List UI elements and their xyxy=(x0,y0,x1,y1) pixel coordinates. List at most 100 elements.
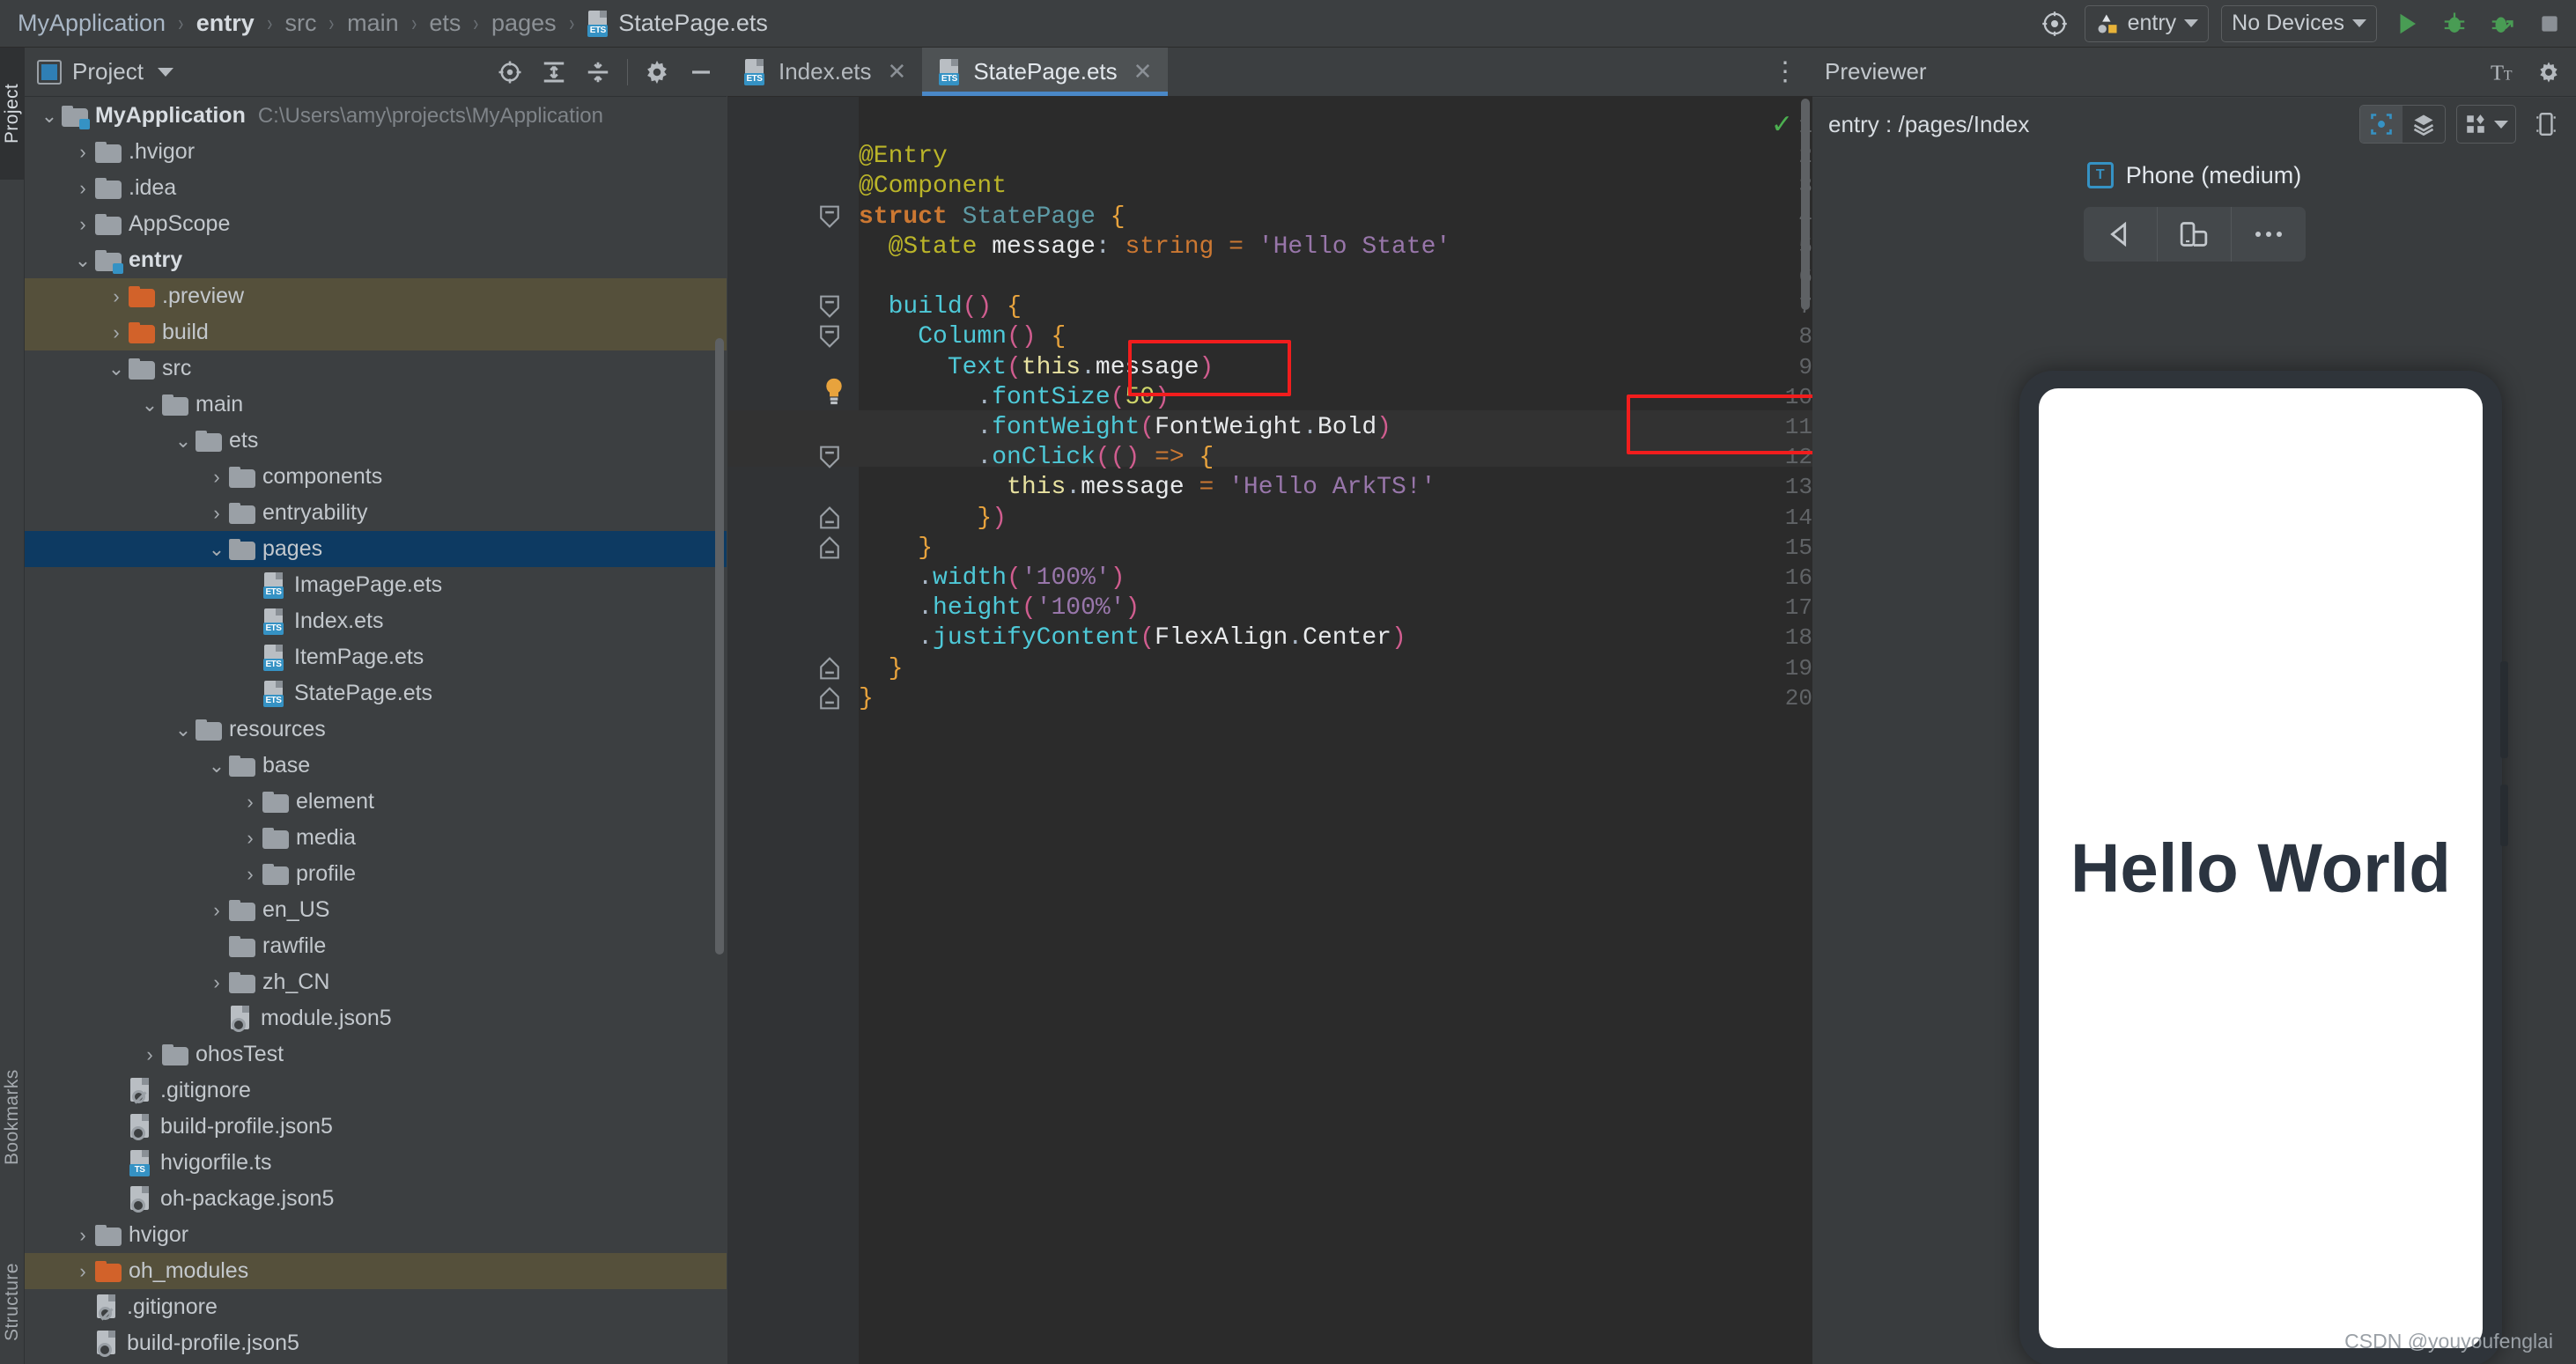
fold-open-icon[interactable] xyxy=(819,446,840,469)
close-icon[interactable]: ✕ xyxy=(888,58,907,85)
inspector-icon[interactable] xyxy=(2360,106,2403,143)
tree-item-resources[interactable]: ⌄ resources xyxy=(25,711,727,748)
locate-icon[interactable] xyxy=(495,57,525,87)
tree-item-media[interactable]: › media xyxy=(25,820,727,856)
tree-item-pages[interactable]: ⌄ pages xyxy=(25,531,727,567)
code-area[interactable]: 1234567891011121314151617181920 @Entry@C… xyxy=(727,97,1812,1364)
tree-item-ohostest[interactable]: › ohosTest xyxy=(25,1036,727,1073)
tree-item-rawfile[interactable]: rawfile xyxy=(25,928,727,964)
sidebar-tab-project[interactable]: Project xyxy=(0,48,25,180)
chevron-right-icon[interactable]: › xyxy=(107,285,125,308)
close-icon[interactable]: ✕ xyxy=(1133,58,1153,85)
chevron-right-icon[interactable]: › xyxy=(241,827,259,850)
sidebar-tab-bookmarks[interactable]: Bookmarks xyxy=(0,1034,25,1201)
tree-item-myapplication[interactable]: ⌄ MyApplication C:\Users\amy\projects\MyAp… xyxy=(25,98,727,134)
rotate-icon[interactable] xyxy=(2158,207,2232,262)
tree-item-oh-modules[interactable]: › oh_modules xyxy=(25,1253,727,1289)
tree-item-components[interactable]: › components xyxy=(25,459,727,495)
project-tree[interactable]: ⌄ MyApplication C:\Users\amy\projects\MyAp… xyxy=(25,98,727,1364)
chevron-right-icon[interactable]: › xyxy=(74,1224,92,1247)
chevron-right-icon[interactable]: › xyxy=(107,321,125,344)
fold-close-icon[interactable] xyxy=(819,656,840,680)
breadcrumb-item-3[interactable]: main xyxy=(342,10,404,37)
device-screen[interactable]: Hello World xyxy=(2039,388,2483,1348)
breadcrumb-item-5[interactable]: pages xyxy=(486,10,562,37)
tree-item-zh-cn[interactable]: › zh_CN xyxy=(25,964,727,1000)
crosshair-icon[interactable] xyxy=(2037,6,2072,41)
chevron-right-icon[interactable]: › xyxy=(74,177,92,200)
code-text[interactable]: @Entry @Component struct StatePage { @Stat… xyxy=(859,97,1812,1364)
chevron-right-icon[interactable]: › xyxy=(74,213,92,236)
expand-all-icon[interactable] xyxy=(539,57,569,87)
tree-item-ets[interactable]: ⌄ ets xyxy=(25,423,727,459)
previewer-device-label[interactable]: Phone (medium) xyxy=(2126,162,2302,189)
breadcrumb-file[interactable]: StatePage.ets xyxy=(611,10,768,37)
chevron-right-icon[interactable]: › xyxy=(208,971,225,994)
tree-item-profile[interactable]: › profile xyxy=(25,856,727,892)
breadcrumb-item-0[interactable]: MyApplication xyxy=(12,10,171,37)
fold-open-icon[interactable] xyxy=(819,325,840,349)
chevron-right-icon[interactable]: › xyxy=(208,502,225,525)
chevron-right-icon[interactable]: › xyxy=(208,899,225,922)
editor-tab-index[interactable]: ETS Index.ets ✕ xyxy=(727,48,922,96)
fold-close-icon[interactable] xyxy=(819,686,840,710)
fold-close-icon[interactable] xyxy=(819,535,840,559)
tree-item-en-us[interactable]: › en_US xyxy=(25,892,727,928)
tree-item-src[interactable]: ⌄ src xyxy=(25,350,727,387)
collapse-all-icon[interactable] xyxy=(583,57,613,87)
chevron-right-icon[interactable]: › xyxy=(141,1043,159,1066)
tree-item-oh-package-json5[interactable]: oh-package.json5 xyxy=(25,1181,727,1217)
tree-item-entryability[interactable]: › entryability xyxy=(25,495,727,531)
chevron-down-icon[interactable]: ⌄ xyxy=(41,105,58,128)
font-size-icon[interactable]: TT xyxy=(2490,57,2520,87)
tree-item-hvigorfile-ts[interactable]: TS hvigorfile.ts xyxy=(25,1145,727,1181)
back-icon[interactable] xyxy=(2084,207,2158,262)
tree-item--gitignore[interactable]: .gitignore xyxy=(25,1073,727,1109)
tree-item-index-ets[interactable]: ETS Index.ets xyxy=(25,603,727,639)
chevron-down-icon[interactable]: ⌄ xyxy=(208,755,225,778)
tree-item-entry[interactable]: ⌄ entry xyxy=(25,242,727,278)
chevron-down-icon[interactable]: ⌄ xyxy=(174,430,192,453)
breadcrumb-item-1[interactable]: entry xyxy=(191,10,260,37)
chevron-down-icon[interactable] xyxy=(157,67,173,77)
tree-item-main[interactable]: ⌄ main xyxy=(25,387,727,423)
tree-item-module-json5[interactable]: module.json5 xyxy=(25,1000,727,1036)
layers-icon[interactable] xyxy=(2403,106,2445,143)
device-preview-frame[interactable]: Hello World xyxy=(2019,371,2508,1364)
tree-item-imagepage-ets[interactable]: ETS ImagePage.ets xyxy=(25,567,727,603)
tree-item-appscope[interactable]: › AppScope xyxy=(25,206,727,242)
more-vertical-icon[interactable]: ⋮ xyxy=(1772,48,1812,96)
editor-tab-statepage[interactable]: ETS StatePage.ets ✕ xyxy=(922,48,1169,96)
settings-icon[interactable] xyxy=(2534,57,2564,87)
settings-icon[interactable] xyxy=(642,57,672,87)
tree-item--preview[interactable]: › .preview xyxy=(25,278,727,314)
inspection-ok-icon[interactable]: ✓ xyxy=(1771,109,1793,140)
tree-item--gitignore[interactable]: .gitignore xyxy=(25,1289,727,1325)
layout-selector[interactable] xyxy=(2456,105,2516,144)
tree-item-statepage-ets[interactable]: ETS StatePage.ets xyxy=(25,675,727,711)
stop-icon[interactable] xyxy=(2532,6,2567,41)
run-icon[interactable] xyxy=(2389,6,2425,41)
device-selector[interactable]: No Devices xyxy=(2221,4,2377,42)
tree-item--idea[interactable]: › .idea xyxy=(25,170,727,206)
chevron-right-icon[interactable]: › xyxy=(241,863,259,886)
run-configuration-selector[interactable]: entry xyxy=(2084,4,2210,42)
inspector-toggle-group[interactable] xyxy=(2359,105,2446,144)
tree-item-build-profile-json5[interactable]: build-profile.json5 xyxy=(25,1109,727,1145)
fold-close-icon[interactable] xyxy=(819,505,840,529)
breadcrumb-item-4[interactable]: ets xyxy=(424,10,466,37)
fold-open-icon[interactable] xyxy=(819,205,840,228)
tree-item-build[interactable]: › build xyxy=(25,314,727,350)
minimize-icon[interactable] xyxy=(686,57,716,87)
tree-item-element[interactable]: › element xyxy=(25,784,727,820)
chevron-down-icon[interactable]: ⌄ xyxy=(107,358,125,380)
chevron-down-icon[interactable]: ⌄ xyxy=(74,249,92,272)
editor-scrollbar[interactable] xyxy=(1801,99,1810,310)
breadcrumb-item-2[interactable]: src xyxy=(279,10,321,37)
chevron-right-icon[interactable]: › xyxy=(74,1260,92,1283)
sidebar-tab-structure[interactable]: Structure xyxy=(0,1228,25,1364)
chevron-down-icon[interactable]: ⌄ xyxy=(208,538,225,561)
debug-icon[interactable] xyxy=(2437,6,2472,41)
more-icon[interactable] xyxy=(2232,207,2306,262)
tree-item-build-profile-json5[interactable]: build-profile.json5 xyxy=(25,1325,727,1361)
